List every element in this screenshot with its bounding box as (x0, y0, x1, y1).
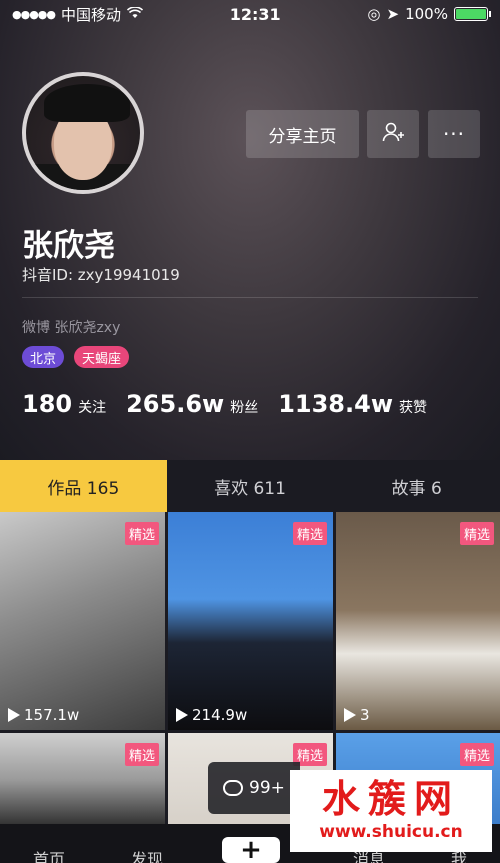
comment-count-button[interactable]: 99+ (208, 762, 300, 814)
profile-tabs: 作品 165 喜欢 611 故事 6 (0, 460, 500, 512)
play-icon (344, 708, 356, 722)
nav-discover[interactable]: 发现 (131, 846, 163, 863)
profile-stats: 180 关注 265.6w 粉丝 1138.4w 获赞 (22, 390, 427, 418)
likes-stat: 1138.4w 获赞 (278, 390, 427, 418)
location-icon: ➤ (386, 5, 400, 23)
zodiac-tag: 天蝎座 (74, 346, 130, 368)
more-button[interactable]: ··· (428, 110, 480, 158)
comment-bubble-icon (223, 780, 244, 796)
video-thumbnail[interactable]: 精选 157.1w (0, 512, 165, 730)
featured-badge: 精选 (292, 522, 327, 545)
following-count: 180 (22, 390, 73, 418)
signal-icon: ●●●●● (12, 7, 56, 21)
add-user-icon (382, 121, 404, 148)
view-count: 214.9w (192, 706, 248, 724)
featured-badge: 精选 (124, 522, 159, 545)
following-stat[interactable]: 180 关注 (22, 390, 106, 418)
profile-name: 张欣尧 (22, 228, 115, 264)
share-profile-button[interactable]: 分享主页 (246, 110, 359, 158)
view-count: 157.1w (24, 706, 80, 724)
battery-percent: 100% (405, 5, 448, 23)
nav-home[interactable]: 首页 (33, 846, 65, 863)
tab-likes[interactable]: 喜欢 611 (166, 460, 334, 512)
followers-count: 265.6w (126, 390, 225, 418)
followers-stat[interactable]: 265.6w 粉丝 (126, 390, 258, 418)
divider (22, 297, 478, 298)
location-tag: 北京 (22, 346, 65, 368)
followers-label: 粉丝 (230, 400, 259, 416)
clock: 12:31 (229, 4, 281, 24)
watermark-url: www.shuicu.cn (319, 822, 463, 842)
video-thumbnail[interactable]: 精选 214.9w (168, 512, 333, 730)
likes-count: 1138.4w (278, 390, 393, 418)
tab-works[interactable]: 作品 165 (0, 460, 167, 512)
likes-label: 获赞 (399, 400, 427, 416)
featured-badge: 精选 (459, 522, 494, 545)
watermark: 水簇网 www.shuicu.cn (290, 770, 492, 852)
view-count: 3 (360, 706, 370, 724)
play-icon (176, 708, 188, 722)
status-bar: ●●●●● 中国移动 12:31 ◎ ➤ 100% (0, 0, 500, 28)
watermark-title: 水簇网 (321, 777, 460, 821)
avatar[interactable] (22, 72, 144, 194)
douyin-id: 抖音ID: zxy19941019 (22, 266, 180, 284)
following-label: 关注 (78, 400, 107, 416)
weibo-link[interactable]: 微博 张欣尧zxy (22, 317, 120, 337)
profile-tags: 北京 天蝎座 (22, 346, 130, 368)
lock-rotation-icon: ◎ (367, 5, 381, 23)
create-video-button[interactable]: + (222, 835, 280, 863)
featured-badge: 精选 (459, 743, 494, 766)
featured-badge: 精选 (124, 743, 159, 766)
tab-stories[interactable]: 故事 6 (333, 460, 500, 512)
carrier-label: 中国移动 (61, 5, 122, 24)
battery-icon (453, 7, 491, 21)
play-icon (8, 708, 20, 722)
video-thumbnail[interactable]: 精选 (0, 733, 165, 827)
comment-count: 99+ (249, 778, 285, 798)
add-friend-button[interactable] (367, 110, 419, 158)
video-thumbnail[interactable]: 精选 3 (336, 512, 500, 730)
wifi-icon (126, 5, 144, 23)
